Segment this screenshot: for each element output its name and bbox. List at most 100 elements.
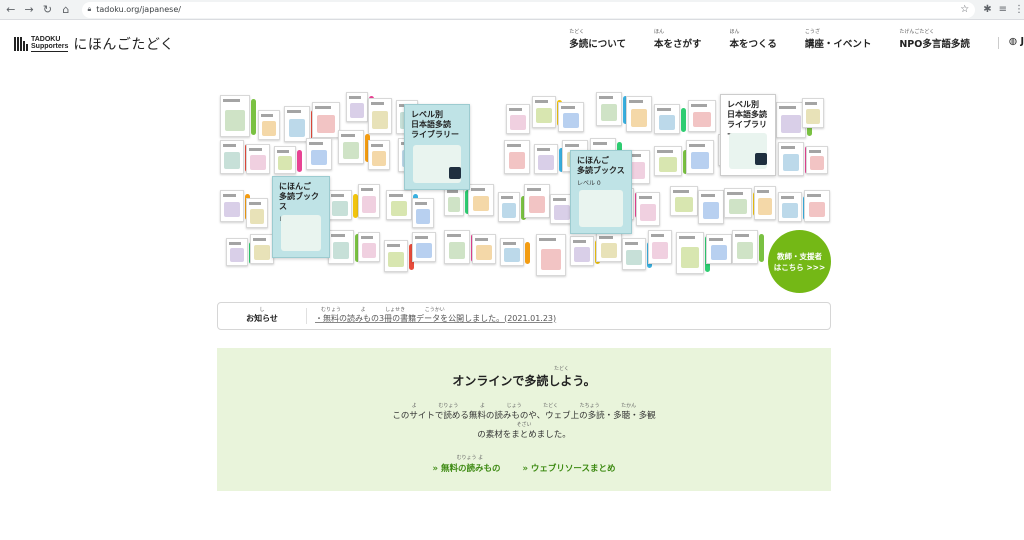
teacher-supporter-badge[interactable]: 教師・支援者 はこちら >>> (768, 230, 831, 293)
intro-section: たどく オンラインで多読しよう。 よ むりょう よ じょう たどく たちょう た… (217, 348, 831, 491)
book-cover[interactable] (558, 102, 584, 132)
book-spine (681, 108, 686, 132)
news-notice-bar: し お知らせ むりょう よ しょせき こうかい ・無料の読みもの3冊の書籍データ… (217, 302, 831, 330)
nav-ruby: たどく (569, 29, 585, 35)
book-cover[interactable] (524, 184, 550, 218)
book-cover[interactable] (472, 234, 496, 264)
nav-item-find-books[interactable]: ほん 本をさがす (654, 28, 702, 50)
site-logo[interactable]: TADOKU Supporters にほんごたどく (14, 34, 174, 54)
featured-book-cover[interactable]: にほんご 多読ブックス レベル 0 (570, 150, 632, 234)
book-cover[interactable] (670, 186, 698, 216)
book-cover[interactable] (802, 98, 824, 128)
url-text: tadoku.org/japanese/ (96, 5, 181, 14)
book-cover[interactable] (806, 146, 828, 174)
book-cover[interactable] (412, 198, 434, 228)
book-cover[interactable] (220, 190, 244, 222)
nav-item-about-tadoku[interactable]: たどく 多読について (569, 28, 626, 50)
reload-icon[interactable]: ↻ (40, 2, 55, 18)
book-cover[interactable] (724, 188, 752, 218)
book-cover[interactable] (338, 130, 364, 164)
book-cover[interactable] (368, 98, 392, 134)
badge-line1: 教師・支援者 (777, 251, 822, 261)
featured-book-cover[interactable]: にほんご 多読ブックスレベル 1 (272, 176, 330, 258)
book-cover[interactable] (778, 192, 802, 222)
book-cover[interactable] (570, 236, 594, 266)
home-icon[interactable]: ⌂ (58, 2, 73, 18)
book-cover[interactable] (386, 190, 412, 220)
featured-book-cover[interactable]: レベル別 日本語多読 ライブラリー (720, 94, 776, 176)
book-cover[interactable] (648, 230, 672, 264)
book-cover[interactable] (358, 232, 380, 262)
book-cover[interactable] (506, 104, 530, 134)
featured-book-cover[interactable]: レベル別 日本語多読 ライブラリー (404, 104, 470, 190)
intro-line-2: そざい の素材をまとめました。 (217, 422, 831, 440)
book-cover[interactable] (328, 190, 352, 220)
book-cover[interactable] (636, 192, 660, 226)
book-cover[interactable] (698, 190, 724, 224)
bookmark-star-icon[interactable]: ☆ (960, 4, 969, 15)
book-cover[interactable] (328, 230, 354, 264)
nav-label: 多読について (569, 39, 626, 50)
intro-title-ruby: たどく (554, 366, 569, 372)
book-cover[interactable] (498, 192, 520, 222)
book-cover[interactable] (274, 146, 296, 174)
nav-item-npo[interactable]: たげんごたどく NPO多言語多読 (899, 28, 970, 50)
intro-line2-text: の素材をまとめました。 (477, 430, 571, 440)
menu-icon[interactable]: ⋮ (1014, 4, 1024, 15)
book-cover[interactable] (220, 95, 250, 137)
hero-book-collage[interactable]: レベル別 日本語多読 ライブラリーにほんご 多読ブックスレベル 1 にほんご 多読… (218, 80, 830, 290)
book-cover[interactable] (732, 230, 758, 264)
book-cover[interactable] (384, 240, 408, 272)
free-reading-link[interactable]: むりょう よ » 無料の読みもの (433, 455, 501, 474)
book-cover[interactable] (444, 230, 470, 264)
address-bar[interactable]: 🔒︎ tadoku.org/japanese/ ☆ (81, 1, 976, 18)
notice-label-ruby: し (259, 306, 265, 313)
book-cover[interactable] (306, 138, 332, 170)
back-icon[interactable]: ← (3, 2, 18, 18)
book-cover[interactable] (312, 102, 340, 138)
book-cover[interactable] (626, 96, 652, 132)
book-cover[interactable] (686, 140, 714, 174)
book-cover[interactable] (412, 232, 436, 262)
book-cover[interactable] (250, 234, 274, 264)
book-cover[interactable] (596, 232, 622, 262)
book-cover[interactable] (468, 184, 494, 216)
global-nav: たどく 多読について ほん 本をさがす ほん 本をつくる こうざ 講座・イベント… (569, 28, 1024, 50)
book-cover[interactable] (358, 184, 380, 218)
nav-item-make-books[interactable]: ほん 本をつくる (730, 28, 777, 50)
reading-list-icon[interactable]: ≡ (999, 4, 1007, 15)
book-cover[interactable] (676, 232, 704, 274)
notice-link[interactable]: むりょう よ しょせき こうかい ・無料の読みもの3冊の書籍データを公開しました… (315, 307, 556, 324)
book-spine (759, 234, 764, 262)
book-cover[interactable] (504, 140, 530, 174)
book-cover[interactable] (246, 144, 270, 174)
book-cover[interactable] (346, 92, 368, 122)
book-cover[interactable] (444, 186, 464, 216)
book-cover[interactable] (654, 104, 680, 134)
book-cover[interactable] (804, 190, 830, 222)
book-cover[interactable] (778, 142, 804, 176)
book-cover[interactable] (532, 96, 556, 128)
book-cover[interactable] (654, 146, 682, 176)
book-cover[interactable] (688, 100, 716, 132)
web-resources-link[interactable]: » ウェブリソースまとめ (522, 460, 615, 474)
book-cover[interactable] (368, 140, 390, 170)
book-cover[interactable] (284, 106, 310, 142)
book-cover[interactable] (622, 238, 646, 270)
book-cover[interactable] (596, 92, 622, 126)
nav-label: 講座・イベント (804, 39, 872, 50)
book-cover[interactable] (534, 144, 558, 174)
book-cover[interactable] (536, 234, 566, 276)
book-cover[interactable] (706, 234, 732, 264)
book-cover[interactable] (246, 198, 268, 228)
book-cover[interactable] (220, 140, 244, 174)
forward-icon[interactable]: → (21, 2, 36, 18)
book-cover[interactable] (500, 238, 524, 266)
nav-item-courses-events[interactable]: こうざ 講座・イベント (805, 28, 872, 50)
browser-toolbar: ← → ↻ ⌂ 🔒︎ tadoku.org/japanese/ ☆ ✱ ≡ ⋮ (0, 0, 1024, 20)
language-switcher[interactable]: ◍ J (1009, 28, 1024, 47)
extensions-icon[interactable]: ✱ (983, 4, 991, 15)
book-cover[interactable] (754, 186, 776, 220)
book-cover[interactable] (258, 110, 280, 140)
book-cover[interactable] (226, 238, 248, 266)
